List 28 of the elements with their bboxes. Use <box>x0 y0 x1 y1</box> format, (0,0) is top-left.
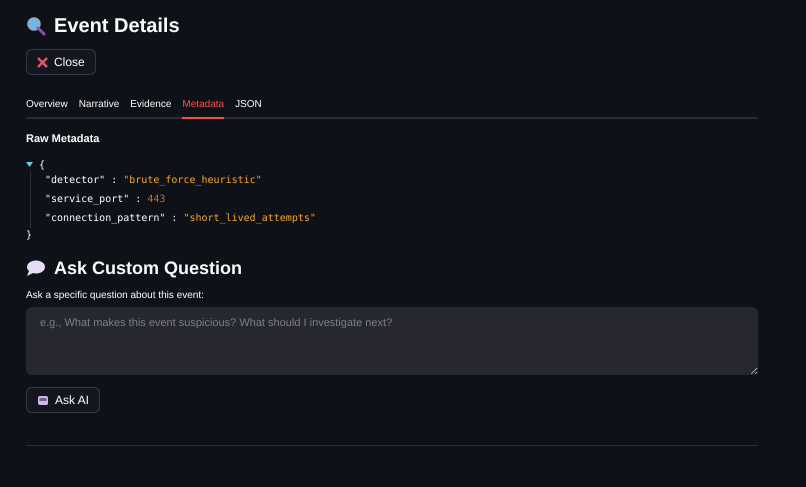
close-brace: } <box>26 230 32 240</box>
json-key: "service_port" <box>45 194 130 205</box>
tab[interactable]: JSON <box>235 93 262 119</box>
json-key: "connection_pattern" <box>45 213 166 224</box>
ask-ai-button[interactable]: Ask AI <box>26 387 100 413</box>
question-field[interactable]: e.g., What makes this event suspicious? What should I investigate next? <box>26 307 758 375</box>
field-label: Ask a specific question about this event: <box>26 290 205 301</box>
json-key: "detector" <box>45 175 106 186</box>
close-button[interactable]: Close <box>26 49 96 75</box>
close-icon <box>37 56 48 68</box>
json-value: "brute_force_heuristic" <box>123 175 262 186</box>
tab[interactable]: Metadata <box>182 93 224 119</box>
section-title: Ask Custom Question <box>54 258 242 278</box>
tab[interactable]: Overview <box>26 93 68 119</box>
key-value-separator: : <box>135 194 142 205</box>
key-value-separator: : <box>111 175 118 186</box>
open-brace: { <box>39 160 46 170</box>
key-value-separator: : <box>171 213 178 224</box>
magnifier-icon <box>26 16 46 36</box>
section-heading: Raw Metadata <box>26 133 100 145</box>
json-value: 443 <box>147 194 166 205</box>
caret-icon[interactable] <box>26 162 33 168</box>
tab[interactable]: Evidence <box>130 93 172 119</box>
json-value: "short_lived_attempts" <box>183 213 316 224</box>
speech-bubble-icon <box>26 259 46 277</box>
tab[interactable]: Narrative <box>78 93 120 119</box>
page-title: Event Details <box>54 14 180 38</box>
robot-icon <box>37 394 49 406</box>
